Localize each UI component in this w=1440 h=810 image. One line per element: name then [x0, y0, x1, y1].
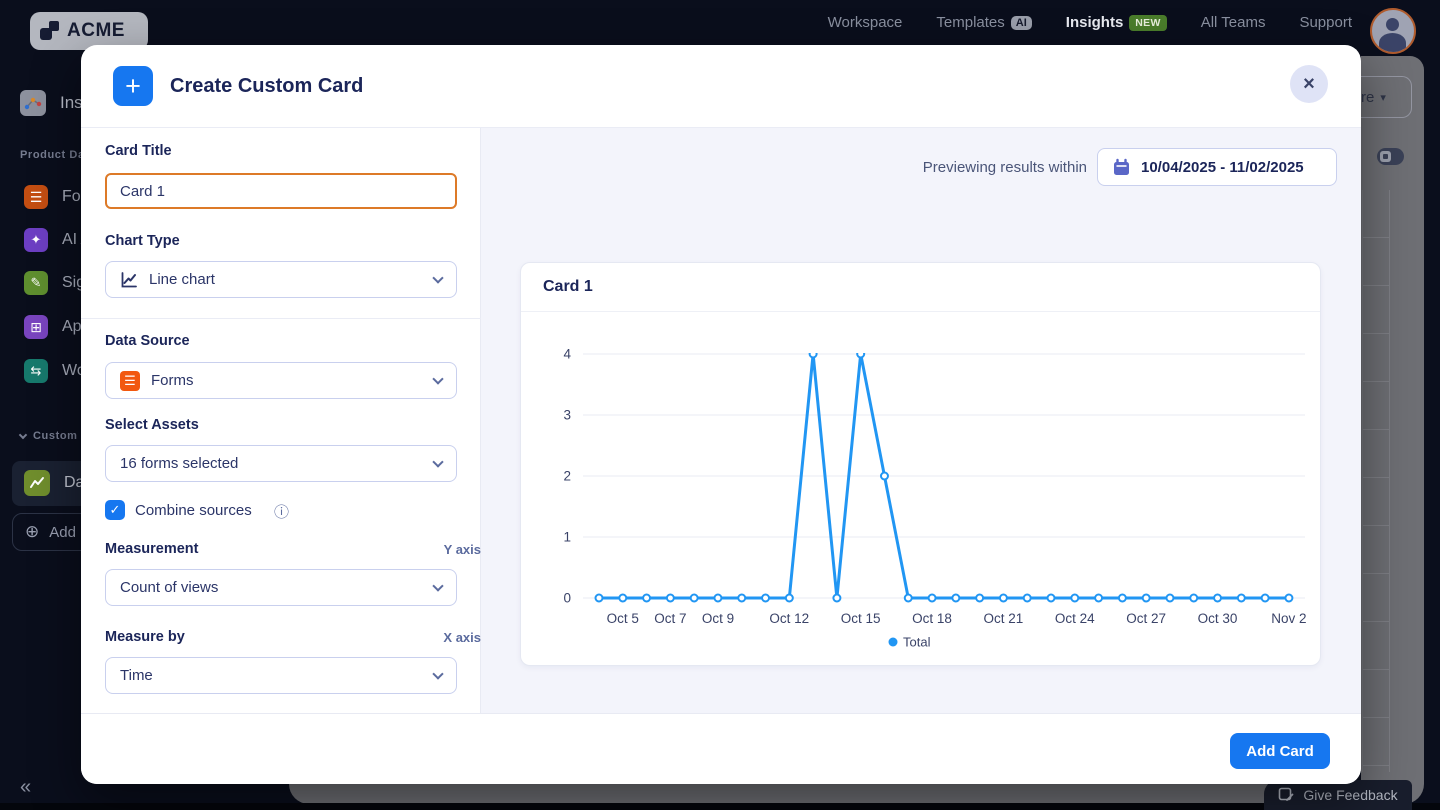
- chevron-down-icon: [432, 272, 443, 283]
- svg-text:Oct 15: Oct 15: [841, 611, 881, 626]
- chevron-down-icon: [432, 373, 443, 384]
- avatar-person-icon: [1386, 18, 1399, 31]
- nav-item-all-teams[interactable]: All Teams: [1201, 14, 1266, 31]
- modal-header: + Create Custom Card ×: [81, 45, 1361, 128]
- close-button[interactable]: ×: [1290, 65, 1328, 103]
- svg-text:4: 4: [563, 347, 571, 362]
- modal-plus-icon: +: [113, 66, 153, 106]
- info-icon[interactable]: ⓘ: [274, 501, 289, 522]
- user-avatar[interactable]: [1370, 8, 1416, 54]
- data-source-label: Data Source: [105, 333, 190, 349]
- card-title-label: Card Title: [105, 143, 172, 159]
- create-custom-card-modal: + Create Custom Card × Card Title Chart …: [81, 45, 1361, 784]
- svg-text:Oct 9: Oct 9: [702, 611, 734, 626]
- ai-agents-icon: ✦: [24, 228, 48, 252]
- sidebar-section-custom[interactable]: Custom: [20, 430, 78, 442]
- forms-icon: ☰: [24, 185, 48, 209]
- measure-by-label: Measure by: [105, 629, 185, 645]
- svg-text:Oct 24: Oct 24: [1055, 611, 1095, 626]
- svg-text:1: 1: [563, 530, 571, 545]
- add-circle-icon: ⊕: [25, 522, 39, 542]
- svg-text:Oct 30: Oct 30: [1198, 611, 1238, 626]
- preview-card: Card 1 0 1 2 3 4 Oct 5 Oct 7 Oct 9 Oct 12 Oct 15 O…: [520, 262, 1321, 666]
- svg-text:Nov 2: Nov 2: [1271, 611, 1306, 626]
- new-badge: NEW: [1129, 15, 1166, 31]
- section-divider: [81, 318, 481, 319]
- chart-type-label: Chart Type: [105, 233, 180, 249]
- x-axis-tag: X axis: [443, 630, 481, 645]
- acme-logo-text: ACME: [67, 20, 125, 42]
- date-range-text: 10/04/2025 - 11/02/2025: [1141, 159, 1304, 176]
- feedback-pencil-icon: [1278, 787, 1295, 804]
- combine-sources-checkbox[interactable]: ✓: [105, 500, 125, 520]
- preview-card-title: Card 1: [543, 278, 593, 296]
- date-range-button[interactable]: 10/04/2025 - 11/02/2025: [1097, 148, 1337, 186]
- app-root: ACME Workspace Templates AI Insights NEW…: [0, 0, 1440, 810]
- svg-text:Total: Total: [903, 635, 931, 650]
- preview-card-header: Card 1: [521, 263, 1320, 312]
- svg-text:Oct 18: Oct 18: [912, 611, 952, 626]
- measurement-select[interactable]: Count of views: [105, 569, 457, 606]
- add-card-button[interactable]: Add Card: [1230, 733, 1330, 769]
- svg-text:Oct 5: Oct 5: [607, 611, 639, 626]
- check-icon: ✓: [110, 502, 121, 518]
- modal-footer: Add Card: [81, 713, 1361, 784]
- select-assets-select[interactable]: 16 forms selected: [105, 445, 457, 482]
- svg-text:Oct 12: Oct 12: [769, 611, 809, 626]
- nav-item-support[interactable]: Support: [1299, 14, 1352, 31]
- calendar-icon: [1112, 158, 1131, 177]
- dashboards-icon: [24, 470, 50, 496]
- background-toggle[interactable]: [1377, 148, 1404, 165]
- chart-type-select[interactable]: Line chart: [105, 261, 457, 298]
- measure-by-select[interactable]: Time: [105, 657, 457, 694]
- measurement-label: Measurement: [105, 541, 198, 557]
- insights-icon: [20, 90, 46, 116]
- top-nav: Workspace Templates AI Insights NEW All …: [828, 0, 1352, 45]
- svg-text:2: 2: [563, 469, 571, 484]
- caret-down-icon: ▾: [1380, 91, 1386, 104]
- modal-title: Create Custom Card: [170, 75, 363, 98]
- svg-text:0: 0: [563, 591, 571, 606]
- bottom-bar: [0, 803, 1440, 810]
- acme-logo-icon: [40, 21, 62, 41]
- close-icon: ×: [1303, 73, 1315, 96]
- line-chart-icon: [120, 271, 138, 289]
- sidebar-collapse-button[interactable]: «: [20, 776, 31, 799]
- sidebar-section-product-data: Product Da: [20, 149, 85, 161]
- chevron-down-icon: [19, 431, 27, 439]
- svg-text:Oct 21: Oct 21: [984, 611, 1024, 626]
- share-button[interactable]: re ▾: [1361, 76, 1412, 118]
- svg-text:3: 3: [563, 408, 571, 423]
- preview-date-row: Previewing results within 10/04/2025 - 1…: [923, 148, 1337, 186]
- chevron-down-icon: [432, 668, 443, 679]
- forms-icon: ☰: [120, 371, 140, 391]
- signatures-icon: ✎: [24, 271, 48, 295]
- select-assets-label: Select Assets: [105, 417, 199, 433]
- svg-text:Oct 27: Oct 27: [1126, 611, 1166, 626]
- data-source-select[interactable]: ☰ Forms: [105, 362, 457, 399]
- nav-item-templates[interactable]: Templates AI: [936, 14, 1031, 31]
- nav-item-insights[interactable]: Insights NEW: [1066, 14, 1167, 31]
- ai-badge: AI: [1011, 16, 1032, 30]
- sidebar-item-insights[interactable]: Insi: [20, 90, 86, 116]
- line-chart: 0 1 2 3 4 Oct 5 Oct 7 Oct 9 Oct 12 Oct 15 Oct 18 Oc…: [521, 312, 1320, 666]
- y-axis-tag: Y axis: [444, 542, 481, 557]
- card-title-input[interactable]: [105, 173, 457, 209]
- chevron-down-icon: [432, 580, 443, 591]
- workflows-icon: ⇆: [24, 359, 48, 383]
- chevron-down-icon: [432, 456, 443, 467]
- dimmed-content-bottom: [289, 784, 1424, 804]
- apps-icon: ⊞: [24, 315, 48, 339]
- nav-item-workspace[interactable]: Workspace: [828, 14, 903, 31]
- combine-sources-label: Combine sources: [135, 502, 252, 519]
- svg-text:Oct 7: Oct 7: [654, 611, 686, 626]
- preview-prefix-text: Previewing results within: [923, 159, 1087, 176]
- give-feedback-button[interactable]: Give Feedback: [1264, 780, 1412, 810]
- dimmed-table-column: [1362, 190, 1390, 772]
